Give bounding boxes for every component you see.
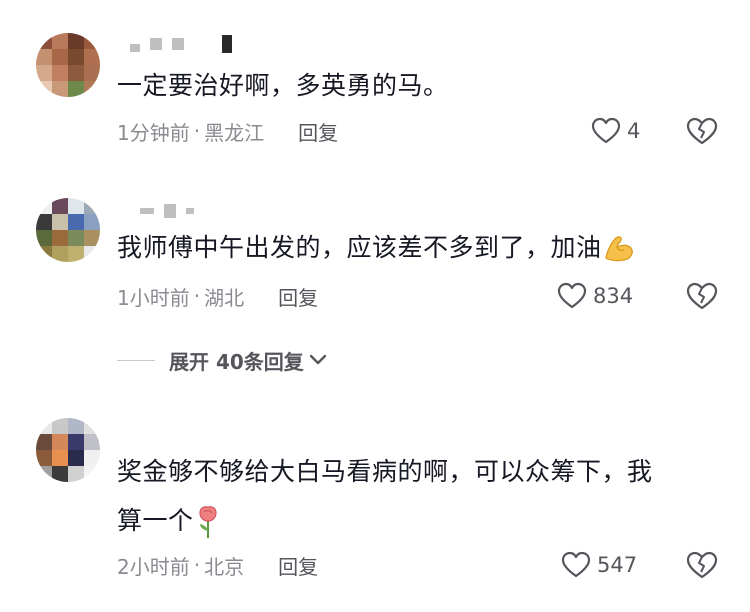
avatar-pixel (52, 81, 68, 97)
like-count: 834 (593, 284, 634, 308)
avatar-pixel (36, 81, 52, 97)
broken-heart-icon[interactable] (686, 550, 718, 580)
divider-line (117, 359, 155, 361)
avatar-pixel (68, 466, 84, 482)
location: 湖北 (204, 285, 245, 310)
broken-heart-icon[interactable] (686, 281, 718, 311)
expand-replies-label: 展开 40条回复 (169, 349, 304, 374)
avatar-pixel (68, 214, 84, 230)
avatar-pixel (36, 450, 52, 466)
rose-emoji (198, 506, 217, 538)
avatar-pixel (68, 65, 84, 81)
location: 黑龙江 (204, 120, 265, 145)
avatar-pixel (52, 466, 68, 482)
comment-text: 奖金够不够给大白马看病的啊，可以众筹下，我 算一个 (117, 450, 717, 543)
avatar-pixel (36, 466, 52, 482)
separator: · (193, 119, 201, 143)
avatar-pixel (84, 81, 100, 97)
avatar-pixel (84, 466, 100, 482)
username-redacted[interactable] (130, 33, 232, 55)
avatar-pixel (84, 49, 100, 65)
avatar-pixel (52, 214, 68, 230)
avatar-pixel (68, 198, 84, 214)
avatar-pixel (84, 450, 100, 466)
heart-outline-icon (561, 551, 591, 578)
avatar-pixel (68, 418, 84, 434)
avatar-pixel (36, 198, 52, 214)
avatar-pixel (84, 418, 100, 434)
avatar[interactable] (36, 33, 100, 97)
broken-heart-icon[interactable] (686, 116, 718, 146)
avatar-pixel (84, 246, 100, 262)
avatar-pixel (52, 198, 68, 214)
comment-text-body: 算一个 (117, 506, 194, 535)
heart-outline-icon (557, 282, 587, 309)
avatar-pixel (52, 450, 68, 466)
avatar-pixel (84, 230, 100, 246)
avatar-pixel (52, 33, 68, 49)
avatar-pixel (84, 65, 100, 81)
avatar-pixel (36, 214, 52, 230)
timestamp: 1小时前 (117, 285, 190, 310)
comment-text-line-2: 算一个 (117, 499, 717, 543)
avatar-pixel (68, 450, 84, 466)
avatar-pixel (52, 49, 68, 65)
avatar-pixel (36, 65, 52, 81)
avatar-pixel (68, 49, 84, 65)
like-count: 4 (627, 119, 641, 143)
avatar-pixel (36, 246, 52, 262)
comment-meta: 1小时前 · 湖北 回复 (117, 281, 318, 311)
avatar-pixel (36, 33, 52, 49)
avatar-pixel (52, 230, 68, 246)
avatar-pixel (84, 198, 100, 214)
avatar-pixel (68, 230, 84, 246)
comment-text: 我师傅中午出发的，应该差不多到了，加油 (117, 226, 717, 270)
timestamp: 2小时前 (117, 554, 190, 579)
comment-text: 一定要治好啊，多英勇的马。 (117, 71, 449, 100)
username-redacted[interactable] (140, 200, 194, 222)
expand-replies-button[interactable]: 展开 40条回复 (117, 345, 328, 375)
like-button[interactable]: 547 (561, 550, 637, 580)
like-button[interactable]: 834 (557, 281, 633, 311)
comment-meta: 1分钟前 · 黑龙江 回复 (117, 116, 338, 146)
avatar-pixel (68, 246, 84, 262)
comment-text-body: 我师傅中午出发的，应该差不多到了，加油 (117, 233, 602, 262)
flexed-biceps-emoji (604, 236, 633, 262)
avatar-pixel (36, 418, 52, 434)
separator: · (193, 284, 201, 308)
heart-outline-icon (591, 117, 621, 144)
comment-text-line-1: 奖金够不够给大白马看病的啊，可以众筹下，我 (117, 457, 653, 486)
like-button[interactable]: 4 (591, 116, 640, 146)
avatar-pixel (36, 49, 52, 65)
reply-button[interactable]: 回复 (278, 551, 318, 580)
avatar[interactable] (36, 418, 100, 482)
avatar-pixel (84, 434, 100, 450)
timestamp: 1分钟前 (117, 120, 190, 145)
avatar-pixel (36, 434, 52, 450)
avatar-pixel (52, 246, 68, 262)
avatar-pixel (68, 434, 84, 450)
separator: · (193, 553, 201, 577)
reply-button[interactable]: 回复 (278, 282, 318, 311)
location: 北京 (204, 554, 245, 579)
like-count: 547 (597, 553, 638, 577)
avatar-pixel (52, 434, 68, 450)
comment-meta: 2小时前 · 北京 回复 (117, 550, 318, 580)
avatar-pixel (68, 33, 84, 49)
chevron-down-icon (309, 354, 326, 365)
avatar-pixel (84, 33, 100, 49)
avatar-pixel (36, 230, 52, 246)
avatar-pixel (84, 214, 100, 230)
avatar[interactable] (36, 198, 100, 262)
avatar-pixel (68, 81, 84, 97)
avatar-pixel (52, 65, 68, 81)
avatar-pixel (52, 418, 68, 434)
reply-button[interactable]: 回复 (298, 117, 338, 146)
